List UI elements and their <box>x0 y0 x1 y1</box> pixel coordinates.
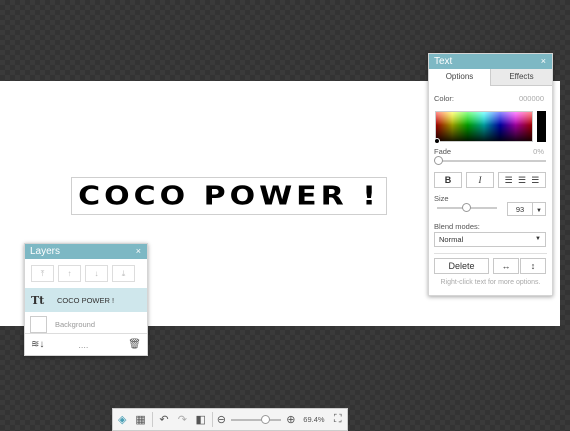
right-click-hint: Right-click text for more options. <box>440 279 541 286</box>
align-right-icon[interactable]: ☰ <box>531 175 539 186</box>
layers-panel-title: Layers <box>30 246 61 257</box>
flip-horizontal-button[interactable]: ↔ <box>493 258 519 274</box>
chevron-down-icon: ▼ <box>536 208 542 214</box>
layers-icon[interactable]: ◈ <box>113 411 131 429</box>
fade-slider-track[interactable] <box>437 160 546 162</box>
align-left-icon[interactable]: ☰ <box>505 175 513 186</box>
blend-mode-value: Normal <box>439 235 464 244</box>
text-panel-tabs: Options Effects <box>429 69 552 86</box>
bold-button[interactable]: B <box>434 172 462 188</box>
layers-footer: ≋↓ .... 🗑 <box>25 333 147 355</box>
flip-horizontal-icon: ↔ <box>501 261 511 271</box>
bring-to-front-icon[interactable]: ⤒ <box>31 265 54 282</box>
close-icon[interactable]: × <box>136 244 141 259</box>
fade-slider-knob[interactable] <box>434 156 443 165</box>
delete-button[interactable]: Delete <box>434 258 489 274</box>
text-panel-title: Text <box>434 56 453 67</box>
canvas-text: COCO POWER ! <box>78 181 380 211</box>
fade-value: 0% <box>533 147 544 156</box>
zoom-in-icon[interactable]: ⊕ <box>284 411 297 429</box>
text-panel-header[interactable]: Text × <box>429 54 552 69</box>
tab-options[interactable]: Options <box>429 69 491 86</box>
layer-order-tools: ⤒ ↑ ↓ ⤓ <box>31 265 135 282</box>
tab-effects[interactable]: Effects <box>491 69 552 85</box>
send-to-back-icon[interactable]: ⤓ <box>112 265 135 282</box>
fade-label: Fade <box>434 147 452 156</box>
chevron-down-icon: ▼ <box>535 236 541 242</box>
compare-icon[interactable]: ◧ <box>192 411 210 429</box>
flip-vertical-icon: ↕ <box>530 261 536 271</box>
flip-vertical-button[interactable]: ↕ <box>520 258 546 274</box>
zoom-slider-knob[interactable] <box>260 414 270 424</box>
size-label: Size <box>434 194 449 203</box>
layer-name: COCO POWER ! <box>57 295 115 305</box>
bring-forward-icon[interactable]: ↑ <box>58 265 81 282</box>
color-picker-handle[interactable] <box>434 138 440 144</box>
size-dropdown-button[interactable]: ▼ <box>532 202 546 216</box>
redo-icon[interactable]: ↷ <box>173 411 191 429</box>
color-label: Color: <box>434 94 455 103</box>
blend-modes-label: Blend modes: <box>434 222 480 231</box>
color-hex-value[interactable]: 000000 <box>519 94 544 103</box>
size-input[interactable]: 93 <box>507 202 533 216</box>
zoom-out-icon[interactable]: ⊖ <box>215 411 228 429</box>
history-icon[interactable]: ▦ <box>131 411 149 429</box>
blend-mode-select[interactable]: Normal ▼ <box>434 232 546 247</box>
text-layer-icon: Tt <box>31 293 45 307</box>
align-button-group: ☰ ☰ ☰ <box>498 172 546 188</box>
color-swatch <box>537 111 546 142</box>
undo-icon[interactable]: ↶ <box>155 411 173 429</box>
layer-row-text[interactable]: Tt COCO POWER ! <box>25 288 147 312</box>
close-icon[interactable]: × <box>541 54 546 69</box>
zoom-slider-track[interactable] <box>230 414 282 424</box>
divider <box>151 412 153 427</box>
layers-merge-icon[interactable]: ≋↓ <box>31 339 44 350</box>
divider <box>211 412 213 427</box>
align-center-icon[interactable]: ☰ <box>518 175 526 186</box>
layers-panel: Layers × ⤒ ↑ ↓ ⤓ Tt COCO POWER ! Backgro… <box>24 243 148 356</box>
send-backward-icon[interactable]: ↓ <box>85 265 108 282</box>
background-thumbnail <box>30 315 47 333</box>
color-spectrum[interactable] <box>435 111 533 142</box>
fullscreen-icon[interactable]: ⛶ <box>329 411 347 429</box>
text-panel: Text × Options Effects Color: 000000 Fad… <box>428 53 553 296</box>
italic-button[interactable]: I <box>466 172 494 188</box>
layers-panel-header[interactable]: Layers × <box>25 244 147 259</box>
size-slider-knob[interactable] <box>462 203 471 212</box>
divider <box>434 253 547 254</box>
layer-name: Background <box>55 319 96 329</box>
trash-icon[interactable]: 🗑 <box>128 339 141 350</box>
zoom-level: 69.4% <box>303 415 325 424</box>
text-layer-object[interactable]: COCO POWER ! <box>71 177 387 215</box>
more-options[interactable]: .... <box>78 340 88 350</box>
bottom-toolbar: ◈ ▦ ↶ ↷ ◧ ⊖ ⊕ 69.4% ⛶ <box>112 408 348 431</box>
